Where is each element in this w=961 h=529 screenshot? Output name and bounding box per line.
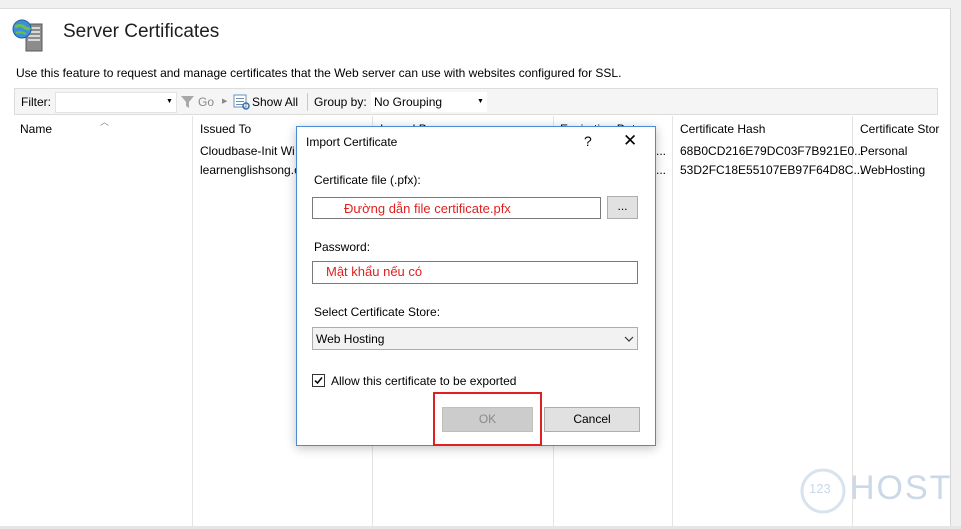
chevron-down-icon[interactable] [624, 336, 634, 342]
server-certificates-icon [12, 18, 46, 52]
store-label: Select Certificate Store: [314, 305, 441, 319]
vertical-scrollbar[interactable] [950, 8, 961, 529]
group-by-label: Group by: [314, 95, 367, 109]
allow-export-label: Allow this certificate to be exported [331, 374, 517, 388]
cell-issued-to: Cloudbase-Init Wi [200, 144, 295, 158]
go-label: Go [198, 95, 215, 109]
cell-expiration: ... [656, 163, 667, 177]
cell-expiration: ... [656, 144, 667, 158]
chevron-down-icon[interactable]: ▼ [477, 98, 484, 105]
browse-button[interactable]: ... [607, 196, 638, 219]
funnel-icon [181, 96, 194, 108]
certificate-store-select[interactable]: Web Hosting [312, 327, 638, 350]
brand-text: HOST [850, 469, 953, 507]
show-all-icon [233, 94, 250, 110]
cell-issued-to: learnenglishsong.c [200, 163, 301, 177]
group-by-value: No Grouping [374, 95, 443, 109]
window-top-edge [0, 0, 961, 9]
cell-certificate-store: Personal [860, 144, 908, 158]
column-header-certificate-hash[interactable]: Certificate Hash [680, 122, 765, 136]
group-by-select[interactable]: No Grouping ▼ [371, 92, 487, 112]
filter-input[interactable]: ▼ [55, 92, 177, 113]
password-label: Password: [314, 240, 371, 254]
separator-arrow-icon: ▶ [222, 98, 228, 105]
filter-toolbar: Filter: ▼ Go ▶ Show All Group by: No Gro… [14, 88, 938, 115]
password-input[interactable]: Mật khẩu nếu có [312, 261, 638, 284]
cell-certificate-hash: 68B0CD216E79DC03F7B921E0... [680, 144, 865, 158]
chevron-down-icon[interactable]: ▼ [166, 98, 173, 105]
cancel-button[interactable]: Cancel [544, 407, 640, 432]
column-header-issued-to[interactable]: Issued To [200, 122, 251, 136]
certificate-file-label: Certificate file (.pfx): [314, 173, 421, 187]
checkmark-icon [314, 377, 323, 385]
certificate-file-value: Đường dẫn file certificate.pfx [344, 201, 511, 216]
dialog-title: Import Certificate [306, 135, 398, 149]
sort-ascending-icon: ︿ [100, 117, 110, 127]
ok-highlight-annotation [433, 392, 542, 446]
certificate-store-value: Web Hosting [316, 332, 385, 346]
allow-export-checkbox[interactable] [312, 374, 325, 387]
cell-certificate-hash: 53D2FC18E55107EB97F64D8C... [680, 163, 864, 177]
brand-watermark: 123 HOST [800, 466, 950, 516]
help-icon[interactable]: ? [584, 133, 592, 149]
column-header-name[interactable]: Name [20, 122, 52, 136]
column-header-certificate-store[interactable]: Certificate Stor [860, 122, 939, 136]
filter-label: Filter: [21, 95, 51, 109]
cell-certificate-store: WebHosting [860, 163, 926, 177]
certificate-file-input[interactable]: Đường dẫn file certificate.pfx [312, 197, 601, 219]
show-all-label: Show All [252, 95, 299, 109]
brand-badge: 123 [809, 481, 831, 496]
close-icon[interactable]: ✕ [623, 131, 637, 151]
password-value: Mật khẩu nếu có [326, 264, 423, 279]
toolbar-divider [307, 93, 308, 111]
page-description: Use this feature to request and manage c… [16, 66, 622, 80]
page-title: Server Certificates [63, 21, 220, 42]
